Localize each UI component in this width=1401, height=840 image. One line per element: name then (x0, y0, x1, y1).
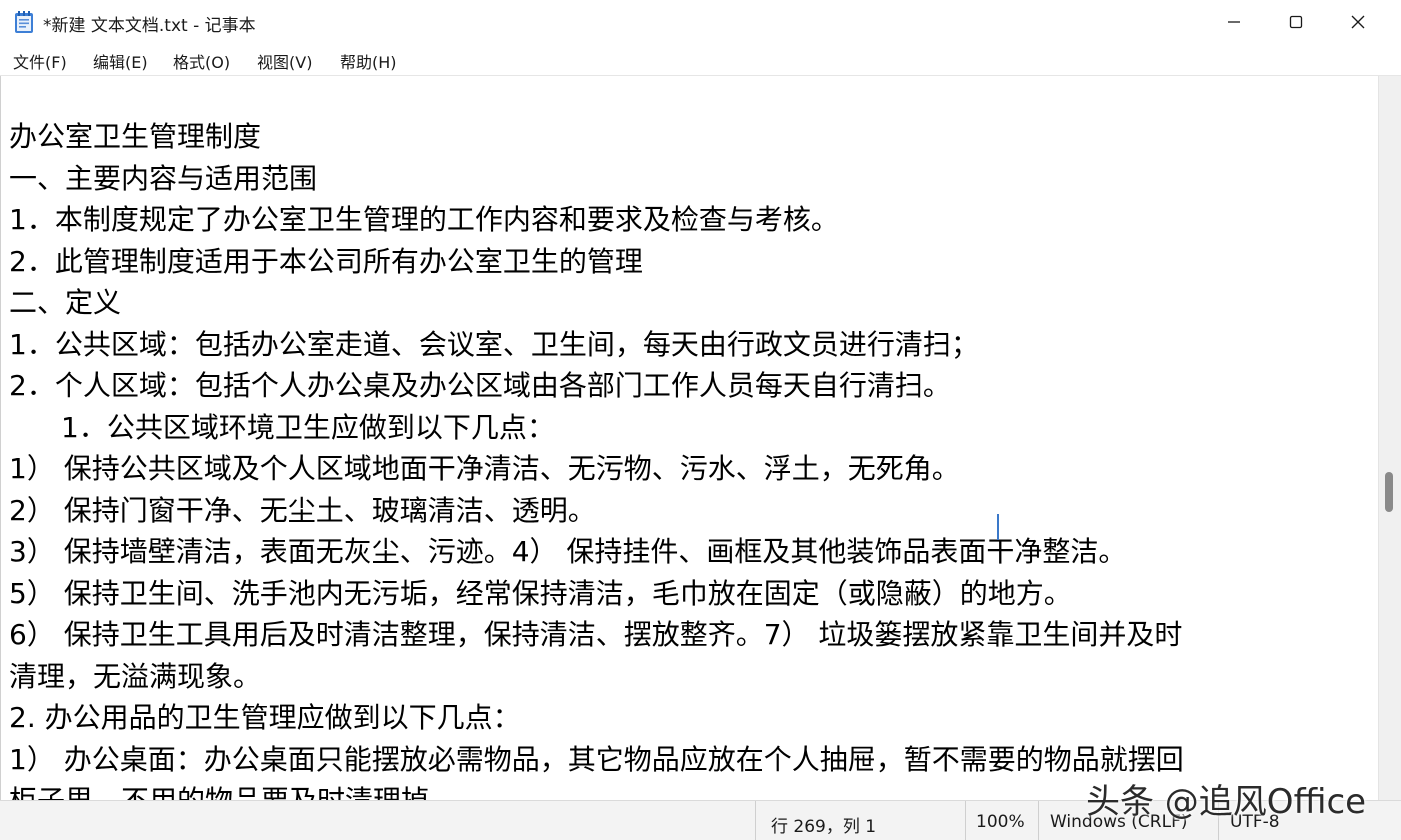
text-line: 6） 保持卫生工具用后及时清洁整理，保持清洁、摆放整齐。7） 垃圾篓摆放紧靠卫生… (9, 618, 1183, 651)
cursor-position: 行 269，列 1 (771, 817, 877, 837)
text-line: 2） 保持门窗干净、无尘土、玻璃清洁、透明。 (9, 493, 596, 527)
menu-edit[interactable]: 编辑(E) (90, 48, 151, 74)
watermark-text: 头条 @追风Office (1086, 782, 1367, 822)
text-line: 3） 保持墙壁清洁，表面无灰尘、污迹。4） 保持挂件、画框及其他装饰品表面干净整… (9, 535, 1127, 568)
text-line: 一、主要内容与适用范围 (9, 161, 318, 195)
document-text[interactable]: 办公室卫生管理制度 一、主要内容与适用范围 1．本制度规定了办公室卫生管理的工作… (9, 116, 1371, 800)
text-line: 清理，无溢满现象。 (9, 659, 262, 693)
text-line: 二、定义 (9, 286, 122, 319)
minimize-button[interactable] (1203, 0, 1265, 44)
menu-file[interactable]: 文件(F) (10, 48, 70, 74)
text-line: 2．个人区域：包括个人办公桌及办公区域由各部门工作人员每天自行清扫。 (9, 369, 951, 402)
menu-bar: 文件(F) 编辑(E) 格式(O) 视图(V) 帮助(H) (0, 44, 1401, 76)
menu-help[interactable]: 帮助(H) (337, 48, 400, 74)
close-icon (1351, 15, 1365, 29)
text-line: 2. 办公用品的卫生管理应做到以下几点： (9, 701, 521, 734)
zoom-level: 100% (976, 812, 1025, 832)
window-title: *新建 文本文档.txt - 记事本 (43, 16, 256, 36)
close-button[interactable] (1327, 0, 1389, 44)
text-line: 1） 保持公共区域及个人区域地面干净清洁、无污物、污水、浮土，无死角。 (9, 452, 960, 485)
menu-format[interactable]: 格式(O) (170, 48, 233, 74)
text-line: 5） 保持卫生间、洗手池内无污垢，经常保持清洁，毛巾放在固定（或隐蔽）的地方。 (9, 576, 1072, 610)
text-line: 2．此管理制度适用于本公司所有办公室卫生的管理 (9, 244, 643, 278)
status-zoom-segment: 100% (965, 801, 1039, 840)
scrollbar-thumb[interactable] (1385, 472, 1393, 512)
minimize-icon (1228, 21, 1240, 23)
maximize-icon (1289, 15, 1303, 29)
notepad-icon (15, 11, 33, 33)
text-line: 1．公共区域：包括办公室走道、会议室、卫生间，每天由行政文员进行清扫； (9, 327, 979, 361)
menu-view[interactable]: 视图(V) (254, 48, 315, 74)
text-line: 1．本制度规定了办公室卫生管理的工作内容和要求及检查与考核。 (9, 203, 839, 236)
title-bar[interactable]: *新建 文本文档.txt - 记事本 (0, 0, 1401, 44)
maximize-button[interactable] (1265, 0, 1327, 44)
status-position-segment: 行 269，列 1 (755, 801, 966, 840)
text-line: 1．公共区域环境卫生应做到以下几点： (61, 410, 555, 444)
vertical-scrollbar[interactable] (1378, 76, 1401, 800)
text-caret (997, 514, 999, 540)
text-editor[interactable]: 办公室卫生管理制度 一、主要内容与适用范围 1．本制度规定了办公室卫生管理的工作… (0, 76, 1379, 800)
text-line: 办公室卫生管理制度 (9, 120, 262, 153)
